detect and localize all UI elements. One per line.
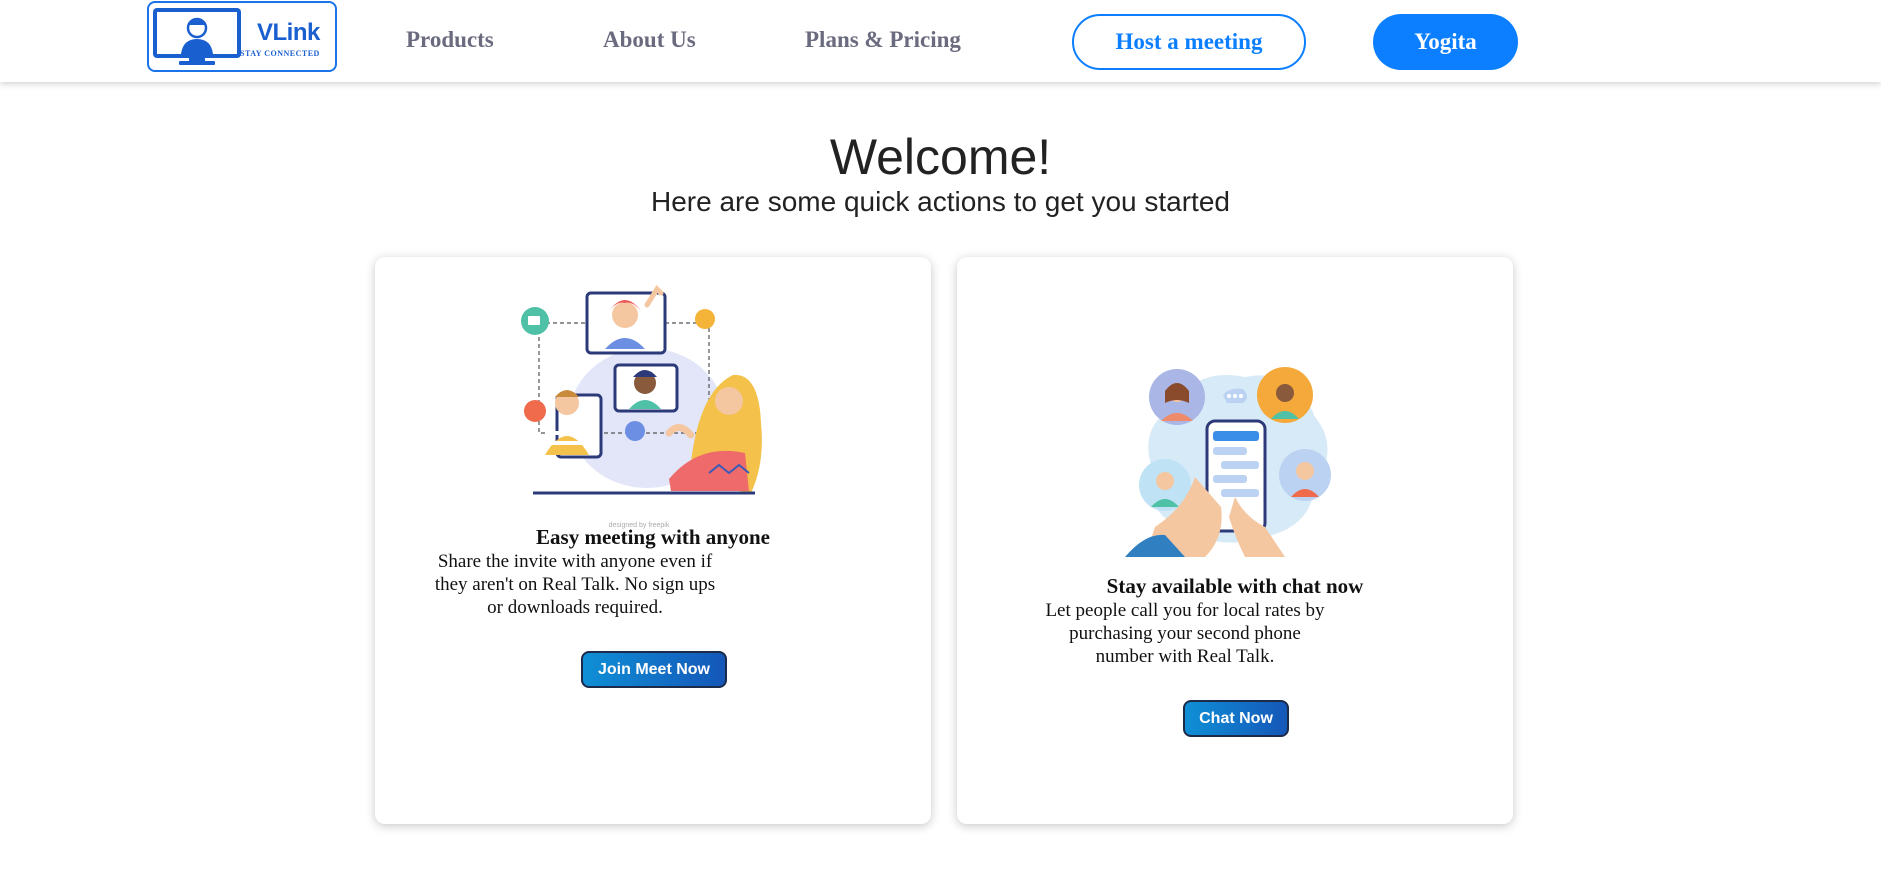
meeting-card-description: Share the invite with anyone even if the… [425,550,725,619]
page-subtitle: Here are some quick actions to get you s… [651,186,1230,217]
join-meet-now-button[interactable]: Join Meet Now [581,651,727,688]
page-title: Welcome! [829,129,1052,185]
monitor-person-icon [153,8,241,65]
nav-link-plans-pricing[interactable]: Plans & Pricing [805,27,961,53]
logo-name: VLink [257,19,320,46]
host-meeting-button[interactable]: Host a meeting [1072,14,1306,70]
chat-card-title: Stay available with chat now [1106,574,1364,598]
desc-line: Share the invite with anyone even if [437,551,713,572]
phone-chat-illustration [1125,367,1331,557]
desc-line: purchasing your second phone [1069,623,1301,644]
desc-line: they aren't on Real Talk. No sign ups [434,574,716,595]
desc-line: or downloads required. [487,597,663,618]
desc-line: number with Real Talk. [1095,646,1275,667]
user-profile-button[interactable]: Yogita [1373,14,1518,70]
nav-link-about-us[interactable]: About Us [603,27,696,53]
video-meeting-illustration: designed by freepik [521,285,762,529]
chat-now-button[interactable]: Chat Now [1183,700,1289,737]
nav-link-products[interactable]: Products [406,27,494,53]
top-navbar: VLink STAY CONNECTED Products About Us P… [0,0,1881,82]
meeting-card-title: Easy meeting with anyone [536,525,770,549]
logo-tagline: STAY CONNECTED [240,49,320,58]
chat-card: Stay available with chat now Let people … [957,257,1513,824]
chat-card-description: Let people call you for local rates by p… [1035,599,1335,668]
desc-line: Let people call you for local rates by [1045,600,1325,621]
vlink-logo[interactable]: VLink STAY CONNECTED [147,1,337,72]
meeting-card: designed by freepik Easy meeting with an… [375,257,931,824]
